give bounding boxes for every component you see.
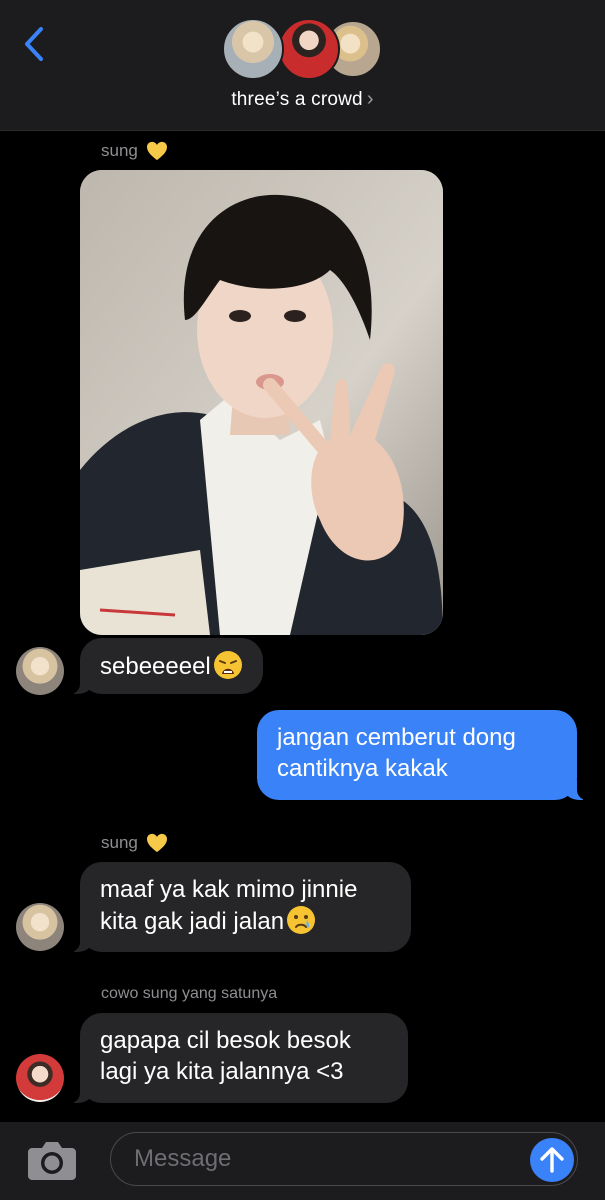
chevron-right-icon: › <box>366 88 374 110</box>
message-bubble[interactable]: maaf ya kak mimo jinnie kita gak jadi ja… <box>70 862 411 952</box>
avatar <box>278 18 340 80</box>
camera-icon <box>28 1142 76 1180</box>
avatar <box>222 18 284 80</box>
sender-label: sung <box>101 141 168 161</box>
sender-label: cowo sung yang satunya <box>101 985 277 1003</box>
message-text: sebeeeeel <box>100 653 211 680</box>
camera-button[interactable] <box>26 1138 78 1182</box>
message-input[interactable] <box>110 1132 578 1186</box>
group-name: three’s a crowd <box>231 89 363 110</box>
arrow-up-icon <box>540 1147 564 1173</box>
photo-message[interactable] <box>80 170 443 635</box>
crying-face-emoji-icon <box>287 906 316 934</box>
conversation-header: three’s a crowd › <box>0 0 605 131</box>
message-text-line: jangan cemberut dong <box>277 724 516 751</box>
sender-avatar[interactable] <box>16 1054 64 1102</box>
sender-label: sung <box>101 833 168 853</box>
message-composer <box>0 1122 605 1200</box>
message-text-line: lagi ya kita jalannya <3 <box>100 1058 344 1085</box>
message-bubble[interactable]: gapapa cil besok besok lagi ya kita jala… <box>70 1013 408 1103</box>
message-bubble[interactable]: sebeeeeel <box>70 638 263 694</box>
message-text-line: gapapa cil besok besok <box>100 1027 351 1054</box>
group-avatars[interactable] <box>222 18 382 82</box>
sender-name: sung <box>101 833 138 852</box>
sender-name: cowo sung yang satunya <box>101 985 278 1002</box>
weary-face-emoji-icon <box>213 651 242 679</box>
message-text-line: cantiknya kakak <box>277 755 448 782</box>
message-bubble-sent[interactable]: jangan cemberut dong cantiknya kakak <box>257 710 587 800</box>
back-button[interactable] <box>14 24 54 64</box>
message-text-line: maaf ya kak mimo jinnie <box>100 876 358 903</box>
message-text-line: kita gak jadi jalan <box>100 908 285 935</box>
group-name-button[interactable]: three’s a crowd › <box>0 88 605 111</box>
selfie-image <box>80 170 443 635</box>
chevron-left-icon <box>25 27 43 61</box>
sender-name: sung <box>101 141 138 160</box>
yellow-heart-icon <box>146 833 167 853</box>
send-button[interactable] <box>530 1138 574 1182</box>
sender-avatar[interactable] <box>16 903 64 951</box>
yellow-heart-icon <box>146 141 167 161</box>
sender-avatar[interactable] <box>16 647 64 695</box>
